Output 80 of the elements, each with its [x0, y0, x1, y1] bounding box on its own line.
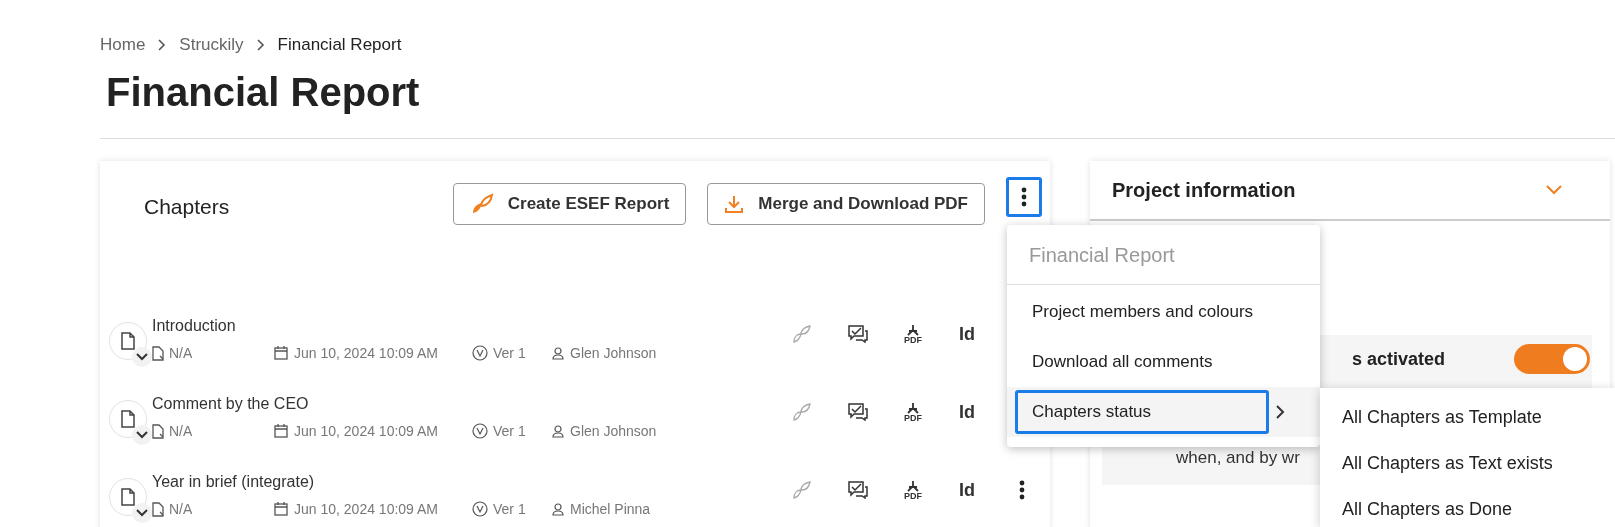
- pdf-button[interactable]: PDF: [904, 323, 922, 345]
- date-text: Jun 10, 2024 10:09 AM: [294, 499, 438, 519]
- submenu-item[interactable]: All Chapters as Template: [1320, 394, 1615, 440]
- breadcrumb-link[interactable]: Financial Report: [277, 32, 402, 58]
- download-icon: [724, 193, 745, 214]
- chevron-down-icon: [136, 352, 148, 361]
- chevron-down-icon: [1546, 184, 1562, 195]
- toggle-switch[interactable]: [1514, 343, 1590, 374]
- date-text: Jun 10, 2024 10:09 AM: [294, 421, 438, 441]
- acrobat-icon: [906, 479, 920, 492]
- author-text: Michel Pinna: [570, 499, 651, 519]
- version-text: Ver 1: [493, 343, 526, 363]
- calendar-icon: [274, 424, 288, 438]
- menu-header: Financial Report: [1007, 225, 1320, 285]
- more-button[interactable]: [1006, 176, 1042, 217]
- comments-button[interactable]: [848, 403, 868, 421]
- user-icon: [552, 502, 564, 516]
- chapter-name[interactable]: Comment by the CEO: [152, 392, 682, 415]
- pdf-button[interactable]: PDF: [904, 401, 922, 423]
- chapter-name[interactable]: Introduction: [152, 314, 682, 337]
- leaf-icon: [792, 324, 812, 344]
- comments-icon: [848, 325, 868, 343]
- expand-button[interactable]: [132, 346, 152, 367]
- author-text: Glen Johnson: [570, 343, 657, 363]
- status-text: N/A: [169, 421, 193, 441]
- chevron-down-icon: [136, 508, 148, 517]
- version-icon: [472, 423, 488, 439]
- notice-title: s activated: [1352, 347, 1446, 371]
- file-status-icon: [152, 345, 164, 361]
- leaf-icon: [792, 402, 812, 422]
- kebab-icon: [1019, 480, 1025, 500]
- version-text: Ver 1: [493, 499, 526, 519]
- chapter-name[interactable]: Year in brief (integrate): [152, 470, 682, 493]
- breadcrumb-link[interactable]: Home: [100, 32, 146, 58]
- user-icon: [552, 424, 564, 438]
- comments-icon: [848, 403, 868, 421]
- document-icon: [121, 409, 135, 428]
- date-text: Jun 10, 2024 10:09 AM: [294, 343, 438, 363]
- version-icon: [472, 345, 488, 361]
- status-text: N/A: [169, 499, 193, 519]
- id-button[interactable]: Id: [958, 476, 976, 504]
- esef-button[interactable]: Create ESEF Report: [452, 182, 687, 225]
- version-text: Ver 1: [493, 421, 526, 441]
- submenu-item[interactable]: All Chapters as Done: [1320, 486, 1615, 527]
- panel-title: Chapters: [144, 193, 230, 220]
- acrobat-icon: [906, 401, 920, 414]
- menu-item[interactable]: Chapters status: [1015, 390, 1269, 434]
- leaf-icon: [792, 480, 812, 500]
- user-icon: [552, 346, 564, 360]
- kebab-icon: [1021, 186, 1027, 207]
- comments-button[interactable]: [848, 481, 868, 499]
- pdf-button[interactable]: PDF: [904, 479, 922, 501]
- notice-text: when, and by wr: [1176, 446, 1300, 469]
- calendar-icon: [274, 346, 288, 360]
- chevron-right-icon: [157, 37, 168, 52]
- id-button[interactable]: Id: [958, 398, 976, 426]
- chevron-down-icon: [136, 430, 148, 439]
- document-icon: [121, 331, 135, 350]
- calendar-icon: [274, 502, 288, 516]
- menu-item[interactable]: Project members and colours: [1015, 290, 1269, 334]
- id-button[interactable]: Id: [958, 320, 976, 348]
- expand-button[interactable]: [132, 424, 152, 445]
- author-text: Glen Johnson: [570, 421, 657, 441]
- chevron-right-icon: [255, 37, 266, 52]
- file-status-icon: [152, 423, 164, 439]
- comments-icon: [848, 481, 868, 499]
- document-icon: [121, 487, 135, 506]
- breadcrumb-link[interactable]: Struckily: [179, 32, 244, 58]
- expand-button[interactable]: [132, 502, 152, 523]
- file-status-icon: [152, 501, 164, 517]
- acrobat-icon: [906, 323, 920, 336]
- status-text: N/A: [169, 343, 193, 363]
- comments-button[interactable]: [848, 325, 868, 343]
- download-button[interactable]: Merge and Download PDF: [707, 182, 985, 225]
- chevron-right-icon: [1275, 404, 1285, 420]
- page-title: Financial Report: [105, 68, 421, 116]
- submenu-item[interactable]: All Chapters as Text exists: [1320, 440, 1615, 486]
- card-title: Project information: [1112, 177, 1296, 203]
- menu-item[interactable]: Download all comments: [1015, 340, 1269, 384]
- version-icon: [472, 501, 488, 517]
